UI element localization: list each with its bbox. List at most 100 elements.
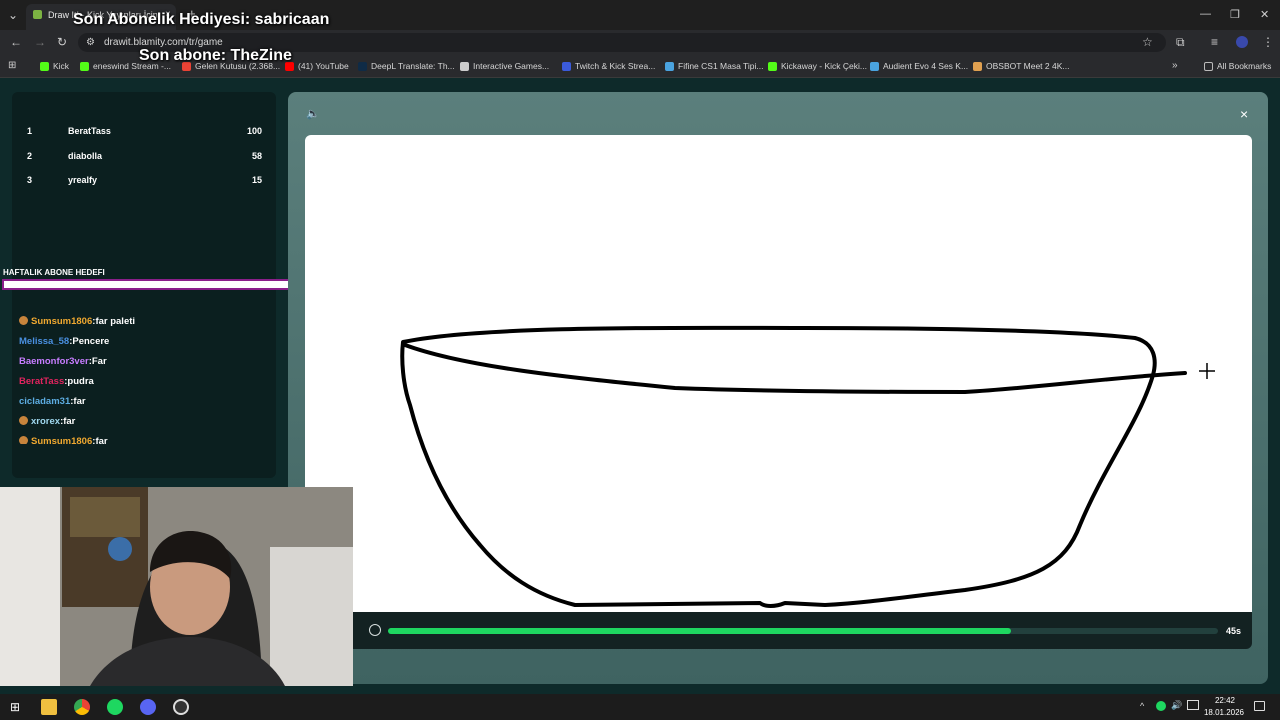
leaderboard-score: 15 — [251, 175, 262, 185]
leaderboard-row: 2 diabolla 58 — [27, 151, 262, 165]
clock-date[interactable]: 18.01.2026 — [1202, 708, 1246, 717]
chat-message: Sumsum1806:far paleti — [19, 316, 135, 327]
last-gift-sub-text: Son Abonelik Hediyesi: sabricaan — [73, 11, 330, 28]
bookmark-favicon-icon — [665, 61, 674, 71]
leaderboard-rank: 1 — [27, 126, 33, 136]
bookmark-favicon-icon — [562, 61, 571, 71]
chat-username[interactable]: Baemonfor3ver — [19, 356, 89, 367]
chat-text: Pencere — [72, 336, 110, 347]
back-icon[interactable]: ← — [10, 36, 22, 48]
extensions-icon[interactable]: ⧉ — [1176, 36, 1185, 48]
obs-icon[interactable] — [173, 699, 189, 715]
chat-message: xrorex:far — [19, 416, 75, 427]
bookmark-favicon-icon — [768, 61, 777, 71]
leaderboard-rank: 3 — [27, 175, 33, 185]
close-game-button[interactable]: × — [1240, 106, 1248, 122]
tray-expand-icon[interactable]: ^ — [1140, 701, 1144, 711]
tab-favicon-icon — [33, 10, 42, 19]
menu-icon[interactable]: ⋮ — [1262, 36, 1274, 48]
sub-goal-label: HAFTALIK ABONE HEDEFI — [3, 268, 105, 277]
spotify-icon[interactable] — [107, 699, 123, 715]
sub-goal-bar-fill — [4, 281, 300, 288]
bookmark-item[interactable]: OBSBOT Meet 2 4K... — [973, 61, 1069, 71]
minimize-icon[interactable]: — — [1200, 8, 1211, 20]
drawing-canvas[interactable] — [305, 135, 1252, 612]
bookmark-favicon-icon — [870, 61, 879, 71]
file-explorer-icon[interactable] — [41, 699, 57, 715]
chat-badge-icon — [19, 316, 28, 325]
leaderboard-score: 100 — [246, 126, 262, 136]
crosshair-cursor-icon — [1199, 363, 1215, 379]
tray-spotify-icon[interactable] — [1156, 701, 1166, 711]
windows-start-icon[interactable]: ⊞ — [10, 700, 20, 714]
all-bookmarks[interactable]: All Bookmarks — [1204, 61, 1271, 71]
clock-time[interactable]: 22:42 — [1212, 696, 1238, 705]
profile-avatar[interactable] — [1236, 36, 1248, 48]
chat-username[interactable]: Sumsum1806 — [31, 436, 92, 444]
bookmark-favicon-icon — [80, 61, 89, 71]
webcam-image — [0, 487, 353, 686]
chat-message: Sumsum1806:far — [19, 436, 108, 444]
bookmark-label: (41) YouTube — [298, 61, 349, 71]
bookmark-item[interactable]: Interactive Games... — [460, 61, 549, 71]
leaderboard-name: BeratTass — [68, 126, 111, 136]
leaderboard-name: yrealfy — [68, 175, 98, 185]
chat-message: Baemonfor3ver:Far — [19, 356, 107, 367]
chat-text: pudra — [67, 376, 94, 387]
chrome-icon[interactable] — [74, 699, 90, 715]
leaderboard-row: 3 yrealfy 15 — [27, 175, 262, 189]
bookmark-label: Kick — [53, 61, 70, 71]
last-sub-text: Son abone: TheZine — [139, 47, 292, 64]
bookmark-label: DeepL Translate: Th... — [371, 61, 455, 71]
all-bookmarks-label: All Bookmarks — [1217, 61, 1272, 71]
bookmark-label: OBSBOT Meet 2 4K... — [986, 61, 1070, 71]
bookmark-item[interactable]: Audient Evo 4 Ses K... — [870, 61, 968, 71]
chat-username[interactable]: Sumsum1806 — [31, 316, 92, 327]
time-remaining: 45s — [1226, 626, 1242, 636]
display-icon[interactable] — [1187, 700, 1199, 710]
bookmark-favicon-icon — [358, 61, 367, 71]
chat-message: Melissa_58:Pencere — [19, 336, 109, 347]
bookmark-star-icon[interactable]: ☆ — [1142, 36, 1153, 48]
leaderboard-name: diabolla — [68, 151, 103, 161]
chat-text: far — [63, 416, 76, 427]
bookmark-label: Fifine CS1 Masa Tipi... — [678, 61, 764, 71]
drawing-strokes — [400, 325, 1215, 608]
site-info-icon[interactable]: ⚙ — [86, 37, 95, 49]
bookmark-item[interactable]: (41) YouTube — [285, 61, 349, 71]
more-bookmarks-icon[interactable]: » — [1172, 60, 1178, 72]
bookmark-favicon-icon — [460, 61, 469, 71]
discord-icon[interactable] — [140, 699, 156, 715]
bookmark-label: Audient Evo 4 Ses K... — [883, 61, 969, 71]
window-close-icon[interactable]: ✕ — [1260, 8, 1269, 21]
chat-message: cicladam31:far — [19, 396, 86, 407]
volume-icon[interactable]: 🔊 — [1171, 700, 1182, 711]
forward-icon[interactable]: → — [34, 36, 46, 48]
stopwatch-icon — [369, 624, 381, 636]
bookmark-favicon-icon — [973, 61, 982, 71]
apps-grid-icon[interactable]: ⊞ — [8, 60, 16, 72]
chat-text: far — [73, 396, 86, 407]
bookmark-favicon-icon — [40, 61, 49, 71]
bookmark-label: Interactive Games... — [473, 61, 550, 71]
chat-username[interactable]: xrorex — [31, 416, 60, 427]
chat-badge-icon — [19, 436, 28, 444]
chat-username[interactable]: BeratTass — [19, 376, 64, 387]
chat-username[interactable]: cicladam31 — [19, 396, 70, 407]
bookmark-item[interactable]: Kick — [40, 61, 69, 71]
chat-username[interactable]: Melissa_58 — [19, 336, 69, 347]
bookmark-item[interactable]: Kickaway - Kick Çeki... — [768, 61, 867, 71]
leaderboard-rank: 2 — [27, 151, 33, 161]
restore-icon[interactable]: ❐ — [1230, 8, 1240, 21]
bookmark-item[interactable]: Twitch & Kick Strea... — [562, 61, 655, 71]
media-control-icon[interactable]: ≡ — [1211, 36, 1218, 48]
bookmark-item[interactable]: Fifine CS1 Masa Tipi... — [665, 61, 764, 71]
chat-badge-icon — [19, 416, 28, 425]
tab-search-icon[interactable]: ⌄ — [8, 9, 18, 21]
taskbar — [0, 694, 1280, 720]
notifications-icon[interactable] — [1254, 701, 1265, 711]
webcam-feed — [0, 487, 353, 686]
reload-icon[interactable]: ↻ — [57, 36, 67, 48]
bookmark-item[interactable]: DeepL Translate: Th... — [358, 61, 455, 71]
sound-icon[interactable]: 🔈 — [306, 107, 320, 120]
